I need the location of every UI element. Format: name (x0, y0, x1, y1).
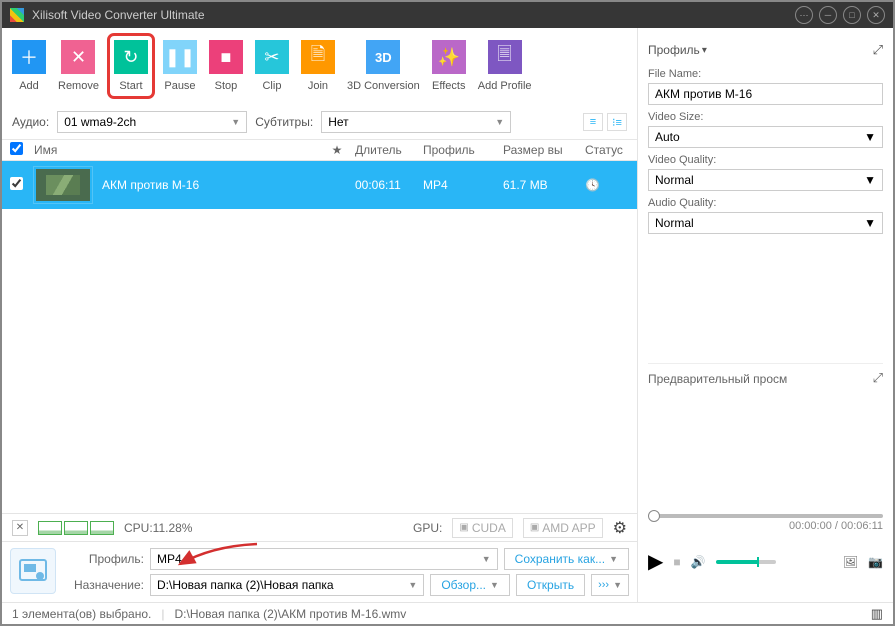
select-all-checkbox[interactable] (10, 142, 23, 155)
open-button[interactable]: Открыть (516, 574, 585, 596)
time-display: 00:00:00 / 00:06:11 (648, 520, 883, 532)
3d-button[interactable]: 3D3D Conversion (347, 40, 420, 99)
cpu-label: CPU:11.28% (124, 521, 192, 535)
pause-button[interactable]: ❚❚Pause (163, 40, 197, 99)
row-checkbox[interactable] (10, 177, 23, 190)
app-logo (10, 8, 24, 22)
header-duration[interactable]: Длитель (355, 143, 423, 157)
advanced-button[interactable]: ›››▼ (591, 574, 629, 596)
profile-label: Профиль: (66, 552, 144, 566)
stop-playback-button[interactable]: ■ (673, 555, 680, 569)
view-list-button[interactable]: ≡ (583, 113, 603, 131)
header-status[interactable]: Статус (585, 143, 637, 157)
row-profile: MP4 (423, 178, 503, 192)
stop-button[interactable]: ■Stop (209, 40, 243, 99)
add-profile-button[interactable]: 🗏Add Profile (478, 40, 532, 99)
close-panel-icon[interactable]: ✕ (12, 520, 28, 536)
header-star[interactable]: ★ (319, 143, 355, 157)
cpu-meter (38, 521, 114, 535)
window-title: Xilisoft Video Converter Ultimate (32, 8, 789, 22)
start-highlight: ↻Start (107, 33, 155, 99)
profile-icon (10, 548, 56, 594)
header-profile[interactable]: Профиль (423, 143, 503, 157)
subtitles-label: Субтитры: (255, 115, 313, 129)
destination-select[interactable]: D:\Новая папка (2)\Новая папка▼ (150, 574, 424, 596)
effects-button[interactable]: ✨Effects (432, 40, 466, 99)
minimize-button[interactable]: ─ (819, 6, 837, 24)
header-size[interactable]: Размер вы (503, 143, 585, 157)
row-duration: 00:06:11 (355, 178, 423, 192)
browse-button[interactable]: Обзор...▼ (430, 574, 510, 596)
header-name[interactable]: Имя (34, 143, 319, 157)
profile-panel-heading: Профиль▾ ⤢ (648, 42, 883, 58)
amd-button[interactable]: ▣ AMD APP (523, 518, 603, 538)
expand-icon[interactable]: ⤢ (873, 42, 883, 58)
start-button[interactable]: ↻Start (114, 40, 148, 92)
snapshot-icon[interactable]: 📷 (868, 555, 883, 569)
filename-label: File Name: (648, 68, 883, 80)
gpu-label: GPU: (413, 521, 442, 535)
subtitles-select[interactable]: Нет▼ (321, 111, 511, 133)
settings-icon[interactable]: ⚙ (613, 518, 627, 538)
volume-icon[interactable]: 🔊 (691, 555, 706, 569)
videosize-select[interactable]: Auto▼ (648, 126, 883, 148)
volume-slider[interactable] (716, 560, 776, 564)
audioquality-select[interactable]: Normal▼ (648, 212, 883, 234)
options-button[interactable]: ⋯ (795, 6, 813, 24)
filename-input[interactable]: АКМ против М-16 (648, 83, 883, 105)
close-button[interactable]: ✕ (867, 6, 885, 24)
cuda-button[interactable]: ▣ CUDA (452, 518, 512, 538)
snapshot-folder-icon[interactable]: 🖼 (843, 555, 858, 569)
play-button[interactable]: ▶ (648, 549, 663, 574)
view-detail-button[interactable]: ⁝≡ (607, 113, 627, 131)
audio-select[interactable]: 01 wma9-2ch▼ (57, 111, 247, 133)
videosize-label: Video Size: (648, 111, 883, 123)
clip-button[interactable]: ✂Clip (255, 40, 289, 99)
list-icon[interactable]: ▥ (871, 606, 883, 622)
seek-slider[interactable] (648, 514, 883, 518)
status-selected: 1 элемента(ов) выбрано. (12, 607, 151, 621)
row-size: 61.7 MB (503, 178, 585, 192)
videoquality-label: Video Quality: (648, 154, 883, 166)
save-as-button[interactable]: Сохранить как...▼ (504, 548, 629, 570)
videoquality-select[interactable]: Normal▼ (648, 169, 883, 191)
preview-heading: Предварительный просм⤢ (648, 370, 883, 388)
maximize-button[interactable]: □ (843, 6, 861, 24)
profile-select[interactable]: MP4▼ (150, 548, 498, 570)
destination-label: Назначение: (66, 578, 144, 592)
table-row[interactable]: АКМ против М-16 00:06:11 MP4 61.7 MB 🕓 (2, 161, 637, 209)
remove-button[interactable]: ✕Remove (58, 40, 99, 99)
join-button[interactable]: 🗎Join (301, 40, 335, 99)
row-status-icon: 🕓 (585, 178, 637, 192)
add-button[interactable]: ＋Add (12, 40, 46, 99)
status-path: D:\Новая папка (2)\АКМ против М-16.wmv (174, 607, 406, 621)
audio-label: Аудио: (12, 115, 49, 129)
audioquality-label: Audio Quality: (648, 197, 883, 209)
row-thumbnail (34, 167, 92, 203)
preview-expand-icon[interactable]: ⤢ (873, 370, 883, 386)
row-name: АКМ против М-16 (102, 178, 319, 192)
